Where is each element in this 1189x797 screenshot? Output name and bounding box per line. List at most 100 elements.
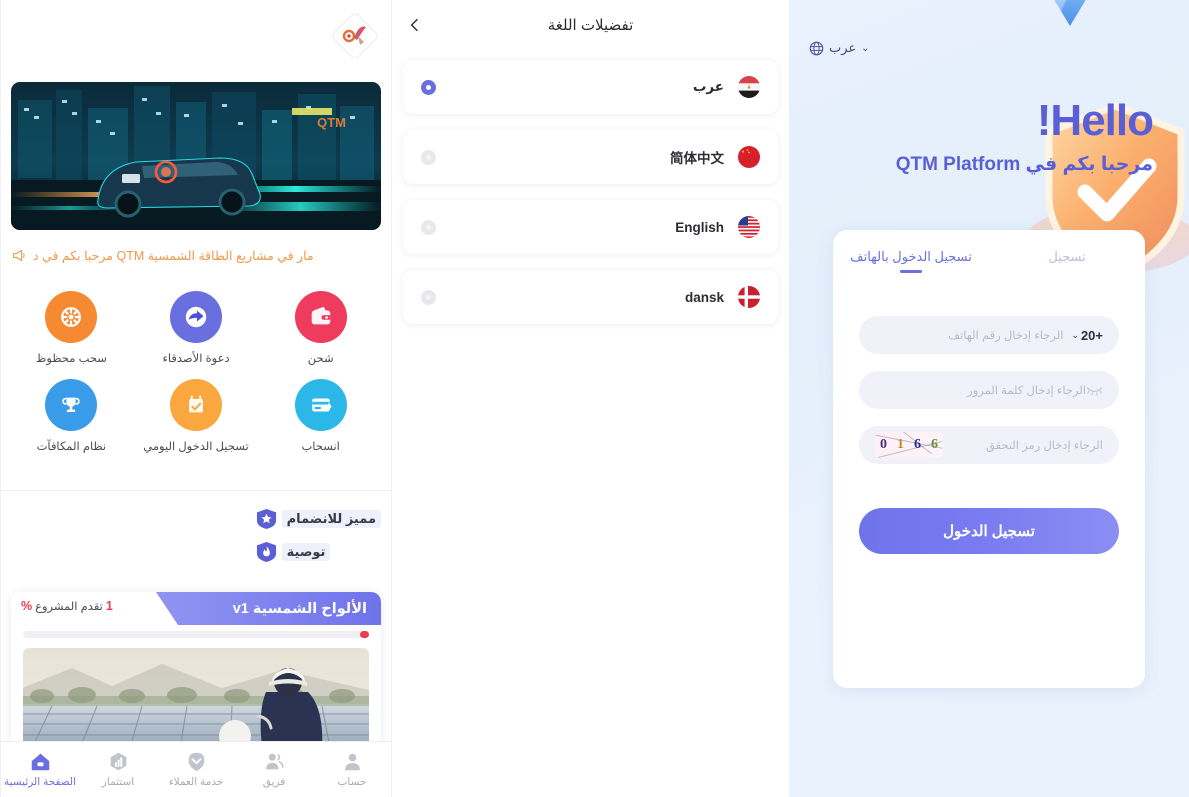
eye-closed-icon[interactable]: [1086, 384, 1103, 396]
quick-action-recharge[interactable]: شحن: [258, 291, 383, 365]
language-option-label: English: [675, 219, 724, 235]
language-switcher[interactable]: ⌄ عرب: [809, 40, 870, 56]
project-card[interactable]: الألواح الشمسية v1 % تقدم المشروع 1: [11, 592, 381, 752]
tab-active-underline: [900, 270, 922, 273]
tab-label: الصفحة الرئيسية: [3, 775, 77, 788]
tab-account[interactable]: حساب: [313, 742, 391, 797]
tab-label: استثمار: [101, 775, 135, 788]
tab-label: خدمة العملاء: [168, 775, 224, 788]
tab-register[interactable]: تسجيل: [989, 230, 1145, 286]
radio-dot: [426, 154, 431, 160]
captcha-image[interactable]: 6 6 1 0: [875, 432, 943, 458]
chevron-down-icon: ⌄: [861, 42, 870, 54]
lucky-wheel-icon: [45, 291, 98, 343]
language-option-label: 简体中文: [670, 151, 724, 166]
quick-action-daily-checkin[interactable]: تسجيل الدخول اليومي: [134, 379, 259, 453]
solar-field-photo: [23, 648, 369, 748]
language-option-ar[interactable]: عرب: [403, 60, 778, 114]
calendar-check-icon: [170, 379, 223, 431]
language-panel-title: تفضيلات اللغة: [547, 17, 634, 34]
quick-actions-grid: شحن دعوة الأصدقاء سحب محظوظ انسحاب تسجيل…: [9, 285, 383, 453]
tab-label: حساب: [337, 775, 367, 788]
svg-text:QTM: QTM: [317, 115, 346, 130]
promo-banner[interactable]: QTM: [11, 82, 381, 230]
badge-list: مميز للانضمام توصية: [256, 508, 381, 574]
star-shield-icon: [256, 508, 276, 530]
account-icon: [341, 751, 363, 773]
app-logo: [331, 12, 379, 60]
radio-dot: [426, 224, 431, 230]
language-radio[interactable]: [421, 149, 436, 165]
quick-action-rewards[interactable]: نظام المكافآت: [9, 379, 134, 453]
flame-shield-icon: [256, 541, 276, 563]
support-icon: [185, 751, 207, 773]
tab-invest[interactable]: استثمار: [79, 742, 157, 797]
project-progress-fill: [360, 631, 369, 638]
team-icon: [263, 751, 285, 773]
login-card: تسجيل الدخول بالهاتف تسجيل +20 ⌄ الرجاء …: [833, 230, 1145, 688]
quick-action-label: سحب محظوظ: [35, 353, 107, 365]
login-tabs: تسجيل الدخول بالهاتف تسجيل: [833, 230, 1145, 286]
tab-team[interactable]: فريق: [235, 742, 313, 797]
language-option-da[interactable]: dansk: [403, 270, 778, 324]
language-option-label: عرب: [692, 79, 724, 94]
flag-denmark-icon: [738, 286, 760, 308]
withdraw-card-icon: [294, 379, 347, 431]
flag-usa-icon: [738, 216, 760, 238]
bottom-tabbar: الصفحة الرئيسية استثمار خدمة العملاء فري…: [1, 741, 391, 797]
tab-inactive-underline: [1056, 270, 1078, 273]
language-option-label: dansk: [684, 289, 724, 305]
quick-action-label: شحن: [307, 353, 334, 365]
tab-register-label: تسجيل: [1048, 249, 1086, 265]
password-field[interactable]: الرجاء إدخال كلمة المرور: [859, 371, 1119, 409]
language-radio-selected[interactable]: [421, 79, 436, 95]
project-progress-caption: تقدم المشروع: [35, 601, 103, 613]
wallet-icon: [294, 291, 347, 343]
phone-field[interactable]: +20 ⌄ الرجاء إدخال رقم الهاتف: [859, 316, 1119, 354]
chevron-down-icon: ⌄: [1071, 329, 1079, 340]
quick-action-invite[interactable]: دعوة الأصدقاء: [134, 291, 259, 365]
language-radio[interactable]: [421, 289, 436, 305]
globe-icon: [809, 41, 824, 55]
password-input-placeholder: الرجاء إدخال كلمة المرور: [967, 385, 1086, 397]
greeting-title: Hello!: [1036, 96, 1154, 145]
quick-action-label: نظام المكافآت: [36, 441, 107, 453]
quick-action-lucky-draw[interactable]: سحب محظوظ: [9, 291, 134, 365]
project-card-header: الألواح الشمسية v1 % تقدم المشروع 1: [11, 592, 381, 625]
tab-label: فريق: [262, 775, 286, 788]
radio-dot: [426, 294, 431, 300]
banner-image: QTM: [11, 82, 381, 230]
country-code-value: +20: [1080, 327, 1103, 343]
app-preview-panel: QTM مار في مشاريع الطاقة الشمسية QTM مرح…: [0, 0, 391, 797]
tab-home[interactable]: الصفحة الرئيسية: [1, 742, 79, 797]
welcome-subtitle: مرحبا بكم في QTM Platform: [895, 154, 1153, 175]
phone-input-placeholder: الرجاء إدخال رقم الهاتف: [948, 330, 1064, 342]
trophy-icon: [45, 379, 98, 431]
language-option-en[interactable]: English: [403, 200, 778, 254]
tab-phone-login[interactable]: تسجيل الدخول بالهاتف: [833, 230, 989, 286]
back-button[interactable]: [402, 12, 428, 38]
language-radio[interactable]: [421, 219, 436, 235]
captcha-digit-3: 1: [897, 437, 904, 452]
quick-action-label: دعوة الأصدقاء: [162, 353, 230, 365]
tab-customer-service[interactable]: خدمة العملاء: [157, 742, 235, 797]
badge-featured: مميز للانضمام: [256, 508, 381, 530]
quick-action-label: تسجيل الدخول اليومي: [143, 441, 249, 453]
badge-label: مميز للانضمام: [281, 510, 381, 528]
flag-china-icon: [738, 146, 760, 168]
login-submit-button[interactable]: تسجيل الدخول: [859, 508, 1119, 554]
project-progress-symbol: %: [21, 599, 33, 613]
announcement-bar[interactable]: مار في مشاريع الطاقة الشمسية QTM مرحبا ب…: [11, 240, 381, 270]
tab-phone-login-label: تسجيل الدخول بالهاتف: [850, 249, 972, 265]
quick-action-withdraw[interactable]: انسحاب: [258, 379, 383, 453]
chevron-left-icon: [410, 18, 418, 32]
project-progress-value: 1: [105, 599, 113, 613]
app-root: ⌄ عرب Hello! مرحبا بكم في QTM Platform ت…: [0, 0, 1189, 797]
language-option-zh[interactable]: 简体中文: [403, 130, 778, 184]
language-panel-header: تفضيلات اللغة: [392, 0, 789, 50]
badge-recommended: توصية: [256, 541, 381, 563]
flag-egypt-icon: [738, 76, 760, 98]
project-progress-bar: [23, 631, 369, 638]
country-code-selector[interactable]: +20 ⌄: [1071, 328, 1103, 343]
captcha-field[interactable]: الرجاء إدخال رمز التحقق 6 6 1 0: [859, 426, 1119, 464]
